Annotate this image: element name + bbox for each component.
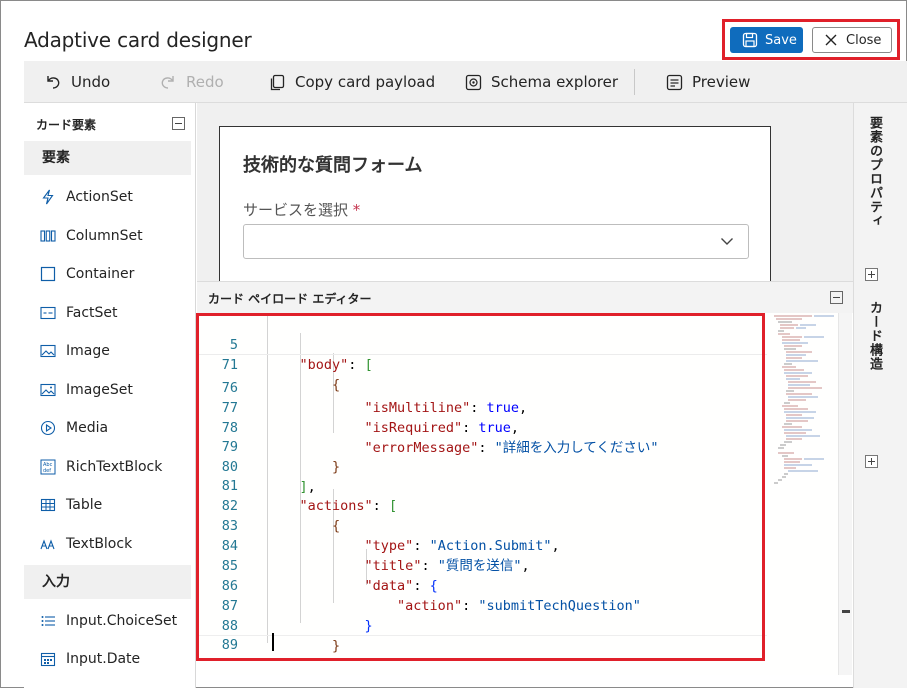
square-icon: [40, 266, 56, 282]
element-label: ColumnSet: [66, 228, 143, 244]
element-properties-tab[interactable]: 要素のプロパティ: [865, 116, 884, 228]
scrollbar-thumb[interactable]: [842, 610, 850, 613]
element-container[interactable]: Container: [40, 262, 134, 286]
element-label: FactSet: [66, 305, 118, 321]
element-actionset[interactable]: ActionSet: [40, 185, 133, 209]
element-table[interactable]: Table: [40, 493, 102, 517]
close-button[interactable]: Close: [812, 27, 892, 53]
element-label: ActionSet: [66, 189, 133, 205]
card-preview[interactable]: 技術的な質問フォーム サービスを選択 *: [219, 126, 771, 286]
chevron-down-icon: [721, 238, 733, 245]
element-factset[interactable]: FactSet: [40, 301, 118, 325]
richtext-icon: Abc def: [40, 459, 56, 475]
card-structure-tab[interactable]: カード構造: [865, 301, 884, 371]
element-label: Input.Date: [66, 651, 141, 667]
collapse-icon[interactable]: [830, 291, 843, 304]
element-columnset[interactable]: ColumnSet: [40, 224, 143, 248]
element-label: Media: [66, 420, 109, 436]
toolbar-divider: [634, 69, 635, 95]
undo-button[interactable]: Undo: [44, 61, 110, 103]
save-button[interactable]: Save: [730, 27, 803, 53]
required-mark: *: [352, 201, 361, 219]
element-label: TextBlock: [66, 536, 133, 552]
category-inputs: 入力: [24, 565, 191, 599]
payload-editor-header: カード ペイロード エディター: [197, 281, 853, 313]
card-elements-panel: カード要素 要素 ActionSet ColumnSet Container F…: [24, 103, 196, 688]
images-icon: [40, 382, 56, 398]
app-title: Adaptive card designer: [24, 28, 252, 52]
schema-icon: [465, 74, 482, 90]
element-input-date[interactable]: Input.Date: [40, 647, 140, 671]
save-label: Save: [765, 32, 797, 48]
redo-label: Redo: [186, 73, 224, 91]
preview-label: Preview: [692, 73, 751, 91]
element-label: Table: [66, 497, 103, 513]
element-imageset[interactable]: ImageSet: [40, 378, 133, 402]
panel-title: カード要素: [36, 118, 97, 132]
close-label: Close: [846, 32, 882, 48]
redo-icon: [161, 76, 174, 89]
element-richtextblock[interactable]: Abc def RichTextBlock: [40, 455, 162, 479]
card-title[interactable]: 技術的な質問フォーム: [243, 151, 422, 177]
service-select-dropdown[interactable]: [243, 224, 749, 259]
redo-button[interactable]: Redo: [159, 61, 224, 103]
table-icon: [40, 497, 56, 513]
element-image[interactable]: Image: [40, 339, 110, 363]
schema-explorer-label: Schema explorer: [491, 73, 619, 91]
image-icon: [40, 343, 56, 359]
columns-icon: [40, 228, 56, 244]
element-textblock[interactable]: TextBlock: [40, 532, 132, 556]
schema-explorer-button[interactable]: Schema explorer: [465, 61, 618, 103]
preview-button[interactable]: Preview: [666, 61, 750, 103]
copy-icon: [270, 74, 285, 90]
text-icon: [40, 536, 56, 552]
element-label: RichTextBlock: [66, 459, 163, 475]
service-select-label[interactable]: サービスを選択 *: [243, 199, 360, 220]
category-elements: 要素: [24, 141, 191, 175]
close-icon: [825, 34, 837, 46]
copy-payload-button[interactable]: Copy card payload: [269, 61, 435, 103]
element-label: Input.ChoiceSet: [66, 613, 178, 629]
payload-editor-title: カード ペイロード エディター: [208, 292, 372, 306]
editor-scrollbar[interactable]: [838, 313, 852, 675]
play-icon: [40, 420, 56, 436]
undo-icon: [47, 76, 60, 89]
expand-icon[interactable]: [865, 455, 878, 468]
expand-icon[interactable]: [865, 268, 878, 281]
highlight-box-editor: [196, 313, 765, 661]
right-side-panel: 要素のプロパティ カード構造: [853, 103, 907, 688]
toolbar: Undo Redo Copy card payload Schema explo…: [24, 61, 907, 103]
collapse-icon[interactable]: [172, 117, 185, 130]
list-icon: [40, 613, 56, 629]
preview-icon: [666, 74, 683, 90]
element-label: Container: [66, 266, 135, 282]
calendar-icon: [40, 651, 56, 667]
copy-payload-label: Copy card payload: [295, 73, 436, 91]
save-icon: [742, 32, 758, 48]
factset-icon: [40, 305, 56, 321]
undo-label: Undo: [71, 73, 111, 91]
element-input-choiceset[interactable]: Input.ChoiceSet: [40, 609, 177, 633]
lightning-icon: [40, 189, 56, 205]
element-label: Image: [66, 343, 110, 359]
code-minimap[interactable]: [772, 313, 838, 503]
service-select-label-text: サービスを選択: [243, 201, 349, 219]
element-media[interactable]: Media: [40, 416, 108, 440]
element-label: ImageSet: [66, 382, 133, 398]
svg-text:def: def: [43, 468, 51, 474]
